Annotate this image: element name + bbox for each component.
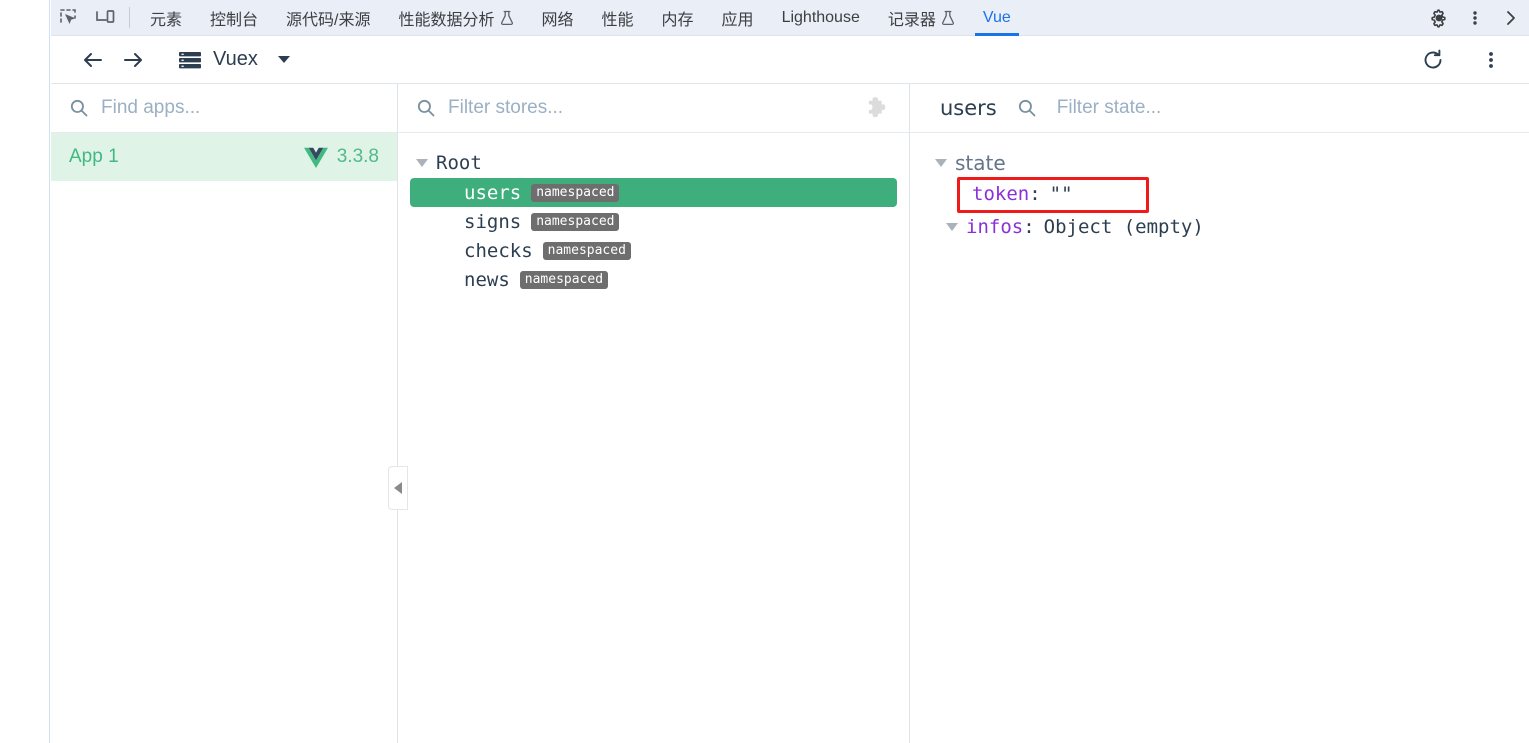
state-section-label: state	[955, 151, 1006, 175]
store-tree: Root users namespaced signs namespaced c…	[398, 133, 909, 294]
close-devtools-icon[interactable]	[1493, 0, 1529, 36]
tab-lighthouse[interactable]: Lighthouse	[768, 0, 874, 36]
store-item-label: checks	[464, 239, 533, 262]
state-property-infos[interactable]: infos: Object (empty)	[910, 211, 1529, 243]
puzzle-piece-icon[interactable]	[865, 95, 891, 121]
panel-collapse-handle[interactable]	[388, 466, 408, 510]
triangle-down-icon[interactable]	[416, 158, 428, 167]
tab-label: 应用	[721, 12, 754, 29]
state-panel-title: users	[940, 96, 997, 120]
vue-panel-toolbar: Vuex	[51, 36, 1529, 84]
namespaced-badge: namespaced	[531, 212, 620, 231]
property-key: infos	[966, 216, 1024, 238]
tab-network[interactable]: 网络	[528, 0, 588, 36]
toolbar-divider	[129, 7, 130, 28]
tab-label: 性能	[601, 12, 634, 29]
tab-memory[interactable]: 内存	[648, 0, 708, 36]
store-selector[interactable]: Vuex	[177, 48, 290, 72]
store-item-checks[interactable]: checks namespaced	[410, 236, 897, 265]
search-icon	[416, 98, 436, 118]
tab-vue[interactable]: Vue	[969, 0, 1025, 36]
tab-label: 性能数据分析	[398, 12, 495, 29]
find-apps-placeholder: Find apps...	[101, 97, 201, 118]
namespaced-badge: namespaced	[519, 270, 609, 289]
tab-performance-insights[interactable]: 性能数据分析	[384, 0, 527, 36]
tab-label: 网络	[541, 12, 574, 29]
store-item-signs[interactable]: signs namespaced	[410, 207, 897, 236]
tab-elements[interactable]: 元素	[136, 0, 196, 36]
flask-icon	[500, 10, 514, 26]
devtools-tabbar: 元素 控制台 源代码/来源 性能数据分析 网络 性能 内存 应用 Lightho…	[51, 0, 1529, 36]
app-version-group: 3.3.8	[303, 146, 379, 168]
store-tree-root[interactable]: Root	[398, 147, 909, 178]
store-item-users[interactable]: users namespaced	[410, 178, 897, 207]
tab-label: 控制台	[210, 12, 259, 29]
tab-console[interactable]: 控制台	[196, 0, 272, 36]
namespaced-badge: namespaced	[542, 241, 631, 260]
vue-devtools-window: 元素 控制台 源代码/来源 性能数据分析 网络 性能 内存 应用 Lightho…	[0, 0, 1529, 743]
filter-stores-search[interactable]: Filter stores...	[398, 84, 909, 133]
chevron-down-icon[interactable]	[277, 56, 290, 63]
vue-toolbar-actions	[1413, 42, 1517, 78]
store-label: Vuex	[213, 48, 258, 70]
arrow-right-icon[interactable]	[113, 42, 153, 78]
left-gutter	[0, 0, 50, 743]
app-name: App 1	[69, 146, 119, 167]
state-section-header[interactable]: state	[910, 147, 1529, 179]
app-list-item[interactable]: App 1 3.3.8	[51, 133, 397, 181]
namespaced-badge: namespaced	[531, 183, 620, 202]
token-highlight-box: token: ""	[957, 177, 1149, 213]
stores-panel: Filter stores... Root users namespaced s…	[398, 84, 910, 743]
triangle-down-icon[interactable]	[946, 223, 958, 231]
property-separator: :	[1029, 183, 1041, 205]
tab-label: Lighthouse	[781, 9, 860, 26]
store-item-label: users	[464, 181, 522, 204]
state-panel-header: users Filter state...	[910, 84, 1529, 133]
tab-label: 源代码/来源	[286, 12, 371, 29]
property-separator: :	[1023, 216, 1035, 238]
tab-label: Vue	[982, 9, 1011, 26]
vue-logo-icon	[303, 147, 328, 168]
stacked-bars-icon	[177, 48, 203, 72]
tab-label: 元素	[150, 12, 183, 29]
property-key: token	[972, 183, 1030, 205]
search-icon	[69, 98, 89, 118]
triangle-left-icon	[394, 482, 402, 494]
devtools-tabbar-actions	[1412, 0, 1529, 35]
tab-label: 记录器	[887, 12, 936, 29]
tab-recorder[interactable]: 记录器	[874, 0, 969, 36]
store-root-label: Root	[436, 151, 482, 174]
property-value: ""	[1049, 183, 1073, 205]
state-panel: users Filter state... state token: "" in…	[910, 84, 1529, 743]
inspect-element-icon[interactable]	[51, 0, 87, 36]
store-item-label: signs	[464, 210, 522, 233]
filter-state-placeholder[interactable]: Filter state...	[1057, 97, 1162, 119]
tab-performance[interactable]: 性能	[588, 0, 648, 36]
settings-gear-icon[interactable]	[1421, 0, 1457, 36]
tab-sources[interactable]: 源代码/来源	[272, 0, 384, 36]
property-value: Object (empty)	[1043, 216, 1204, 238]
find-apps-search[interactable]: Find apps...	[51, 84, 397, 133]
arrow-left-icon[interactable]	[73, 42, 113, 78]
more-options-icon[interactable]	[1457, 0, 1493, 36]
vue-devtools-body: Find apps... App 1 3.3.8 Filter stores..…	[51, 84, 1529, 743]
state-property-token[interactable]: token: ""	[910, 177, 1529, 213]
device-toolbar-icon[interactable]	[87, 0, 123, 36]
tab-label: 内存	[661, 12, 694, 29]
flask-icon	[941, 10, 955, 26]
tab-application[interactable]: 应用	[708, 0, 768, 36]
app-version: 3.3.8	[336, 146, 379, 167]
store-item-news[interactable]: news namespaced	[410, 265, 897, 294]
refresh-icon[interactable]	[1413, 42, 1453, 78]
triangle-down-icon[interactable]	[935, 159, 947, 167]
store-item-label: news	[464, 268, 510, 291]
state-tree: state token: "" infos: Object (empty)	[910, 133, 1529, 243]
more-options-icon[interactable]	[1471, 42, 1511, 78]
search-icon	[1017, 98, 1037, 118]
filter-stores-placeholder: Filter stores...	[448, 97, 564, 118]
apps-panel: Find apps... App 1 3.3.8	[51, 84, 408, 743]
